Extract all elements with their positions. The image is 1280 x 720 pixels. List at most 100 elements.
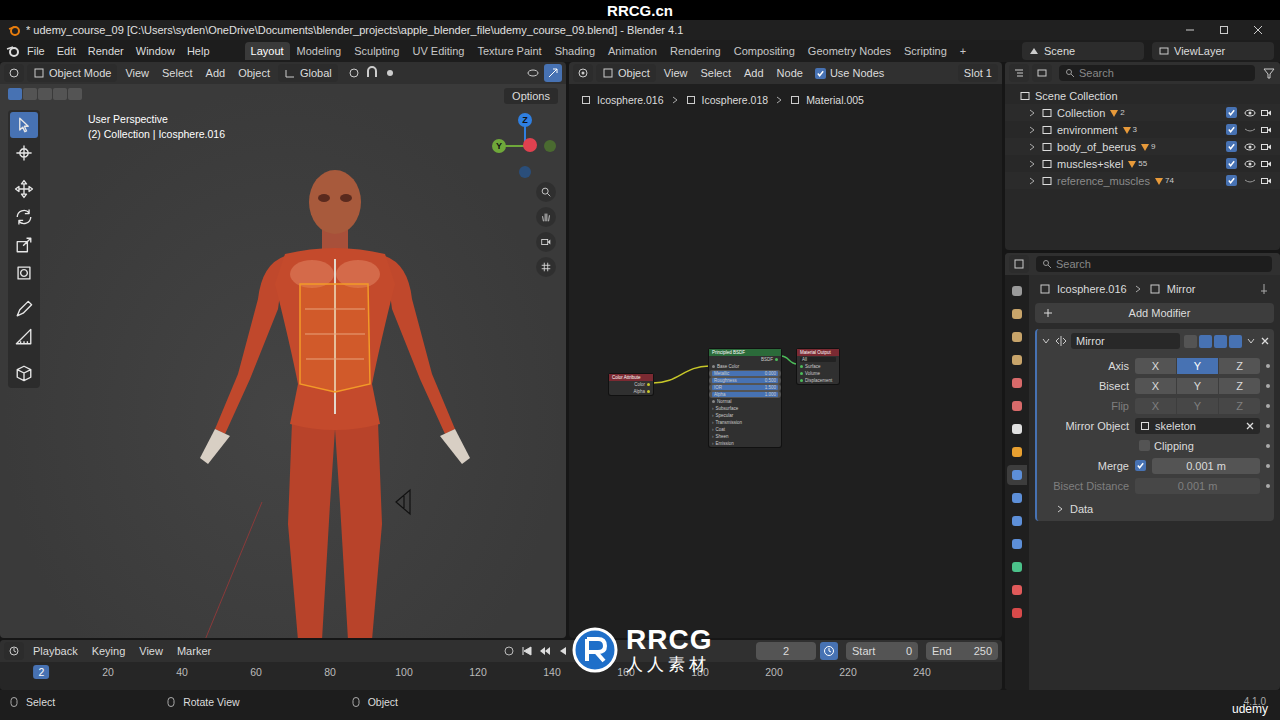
workspace-tab[interactable]: UV Editing: [406, 42, 470, 60]
eye-open-icon[interactable]: [1244, 107, 1256, 119]
muscle-figure[interactable]: [200, 170, 470, 638]
orientation-dropdown[interactable]: Global: [278, 64, 338, 82]
node-input[interactable]: IOR1.500: [709, 384, 781, 391]
edit-mode-toggle-icon[interactable]: [1184, 335, 1197, 348]
node-menu-item[interactable]: Add: [739, 65, 769, 81]
current-frame-field[interactable]: 2: [756, 642, 816, 660]
expand-arrow-icon[interactable]: [1027, 159, 1037, 169]
collection-row[interactable]: reference_muscles74: [1005, 172, 1280, 189]
tool-button[interactable]: [10, 296, 38, 322]
keyframe-dot[interactable]: [1266, 364, 1270, 368]
eye-open-icon[interactable]: [1244, 141, 1256, 153]
add-workspace-button[interactable]: +: [954, 42, 972, 60]
visibility-icon[interactable]: [526, 66, 540, 80]
keyframe-dot[interactable]: [1266, 424, 1270, 428]
snap-icon[interactable]: [365, 66, 379, 80]
close-icon[interactable]: [1252, 24, 1264, 36]
x-axis-ball[interactable]: [523, 138, 537, 152]
viewport-menu-item[interactable]: View: [120, 65, 154, 81]
keyframe-dot[interactable]: [1266, 404, 1270, 408]
tool-button[interactable]: [10, 204, 38, 230]
record-icon[interactable]: [503, 645, 515, 657]
node-input[interactable]: ›Transmission: [709, 419, 781, 426]
node-menu-item[interactable]: Select: [695, 65, 736, 81]
properties-tab[interactable]: [1007, 557, 1027, 577]
play-reverse-icon[interactable]: [557, 645, 569, 657]
node-input[interactable]: ›Subsurface: [709, 405, 781, 412]
menu-item[interactable]: Help: [182, 43, 215, 59]
pan-hand-icon[interactable]: [536, 207, 556, 227]
grid-icon[interactable]: [536, 257, 556, 277]
collection-row[interactable]: muscles+skel55: [1005, 155, 1280, 172]
keyframe-dot[interactable]: [1266, 464, 1270, 468]
axis-toggle[interactable]: Z: [1219, 358, 1260, 374]
menu-item[interactable]: Edit: [52, 43, 81, 59]
node-input[interactable]: ›Emission: [709, 440, 781, 447]
timeline-menu-item[interactable]: View: [134, 643, 168, 659]
workspace-tab[interactable]: Scripting: [898, 42, 953, 60]
properties-tab[interactable]: [1007, 350, 1027, 370]
keyframe-dot[interactable]: [1266, 484, 1270, 488]
properties-tab[interactable]: [1007, 603, 1027, 623]
eye-open-icon[interactable]: [1244, 158, 1256, 170]
properties-tab[interactable]: [1007, 281, 1027, 301]
pin-icon[interactable]: [1258, 283, 1270, 295]
merge-distance-field[interactable]: 0.001 m: [1152, 458, 1260, 474]
camera-view-icon[interactable]: [536, 232, 556, 252]
node-input[interactable]: Alpha1.000: [709, 391, 781, 398]
slot-dropdown[interactable]: Slot 1: [958, 64, 998, 82]
mirror-object-field[interactable]: skeleton: [1135, 418, 1260, 434]
exclude-checkbox[interactable]: [1226, 124, 1237, 135]
properties-tab[interactable]: [1007, 396, 1027, 416]
view-layer-selector[interactable]: ViewLayer: [1152, 42, 1274, 60]
selection-mode-icon[interactable]: [23, 88, 37, 100]
cage-toggle-icon[interactable]: [1199, 335, 1212, 348]
workspace-tab[interactable]: Shading: [549, 42, 601, 60]
color-attribute-node[interactable]: Color AttributeColorAlpha: [609, 374, 653, 395]
navigation-gizmo[interactable]: ZY: [490, 110, 560, 190]
breadcrumb-item[interactable]: Icosphere.016: [581, 94, 664, 106]
render-camera-icon[interactable]: [1260, 141, 1272, 153]
timeline-menu-item[interactable]: Playback: [28, 643, 83, 659]
exclude-checkbox[interactable]: [1226, 141, 1237, 152]
use-nodes-checkbox[interactable]: Use Nodes: [815, 67, 884, 79]
node-input[interactable]: ›Specular: [709, 412, 781, 419]
end-frame-field[interactable]: End250: [926, 642, 998, 660]
tool-button[interactable]: [10, 176, 38, 202]
shader-editor[interactable]: ObjectViewSelectAddNodeUse NodesSlot 1 I…: [569, 62, 1002, 638]
3d-viewport[interactable]: Object ModeViewSelectAddObjectGlobalOpti…: [0, 62, 566, 638]
z-axis-ball[interactable]: Z: [518, 113, 532, 127]
prev-key-icon[interactable]: [539, 645, 551, 657]
eye-closed-icon[interactable]: [1244, 175, 1256, 187]
axis-toggle[interactable]: Y: [1177, 378, 1218, 394]
axis-toggle[interactable]: X: [1135, 358, 1176, 374]
selection-mode-icon[interactable]: [8, 88, 22, 100]
render-camera-icon[interactable]: [1260, 158, 1272, 170]
workspace-tab[interactable]: Geometry Nodes: [802, 42, 897, 60]
node-input[interactable]: Roughness0.500: [709, 377, 781, 384]
properties-tab[interactable]: [1007, 465, 1027, 485]
data-subpanel[interactable]: Data: [1037, 497, 1270, 515]
exclude-checkbox[interactable]: [1226, 175, 1237, 186]
properties-tab[interactable]: [1007, 534, 1027, 554]
blender-menu-icon[interactable]: [6, 44, 20, 58]
axis-toggle[interactable]: Z: [1219, 378, 1260, 394]
editor-type-button[interactable]: [1009, 64, 1029, 82]
workspace-tab[interactable]: Compositing: [728, 42, 801, 60]
remove-modifier-icon[interactable]: [1260, 336, 1270, 346]
selection-mode-icon[interactable]: [53, 88, 67, 100]
workspace-tab[interactable]: Rendering: [664, 42, 727, 60]
axis-toggle[interactable]: Y: [1177, 358, 1218, 374]
selection-mode-icon[interactable]: [38, 88, 52, 100]
modifier-name-field[interactable]: Mirror: [1071, 333, 1180, 349]
minimize-icon[interactable]: [1184, 24, 1196, 36]
axis-toggle[interactable]: X: [1135, 378, 1176, 394]
properties-tab[interactable]: [1007, 580, 1027, 600]
workspace-tab[interactable]: Animation: [602, 42, 663, 60]
node-input[interactable]: ›Coat: [709, 426, 781, 433]
editor-type-button[interactable]: [4, 642, 24, 660]
filter-icon[interactable]: [1262, 66, 1276, 80]
render-camera-icon[interactable]: [1260, 107, 1272, 119]
clear-icon[interactable]: [1245, 421, 1255, 431]
clipping-checkbox[interactable]: Clipping: [1139, 440, 1260, 452]
